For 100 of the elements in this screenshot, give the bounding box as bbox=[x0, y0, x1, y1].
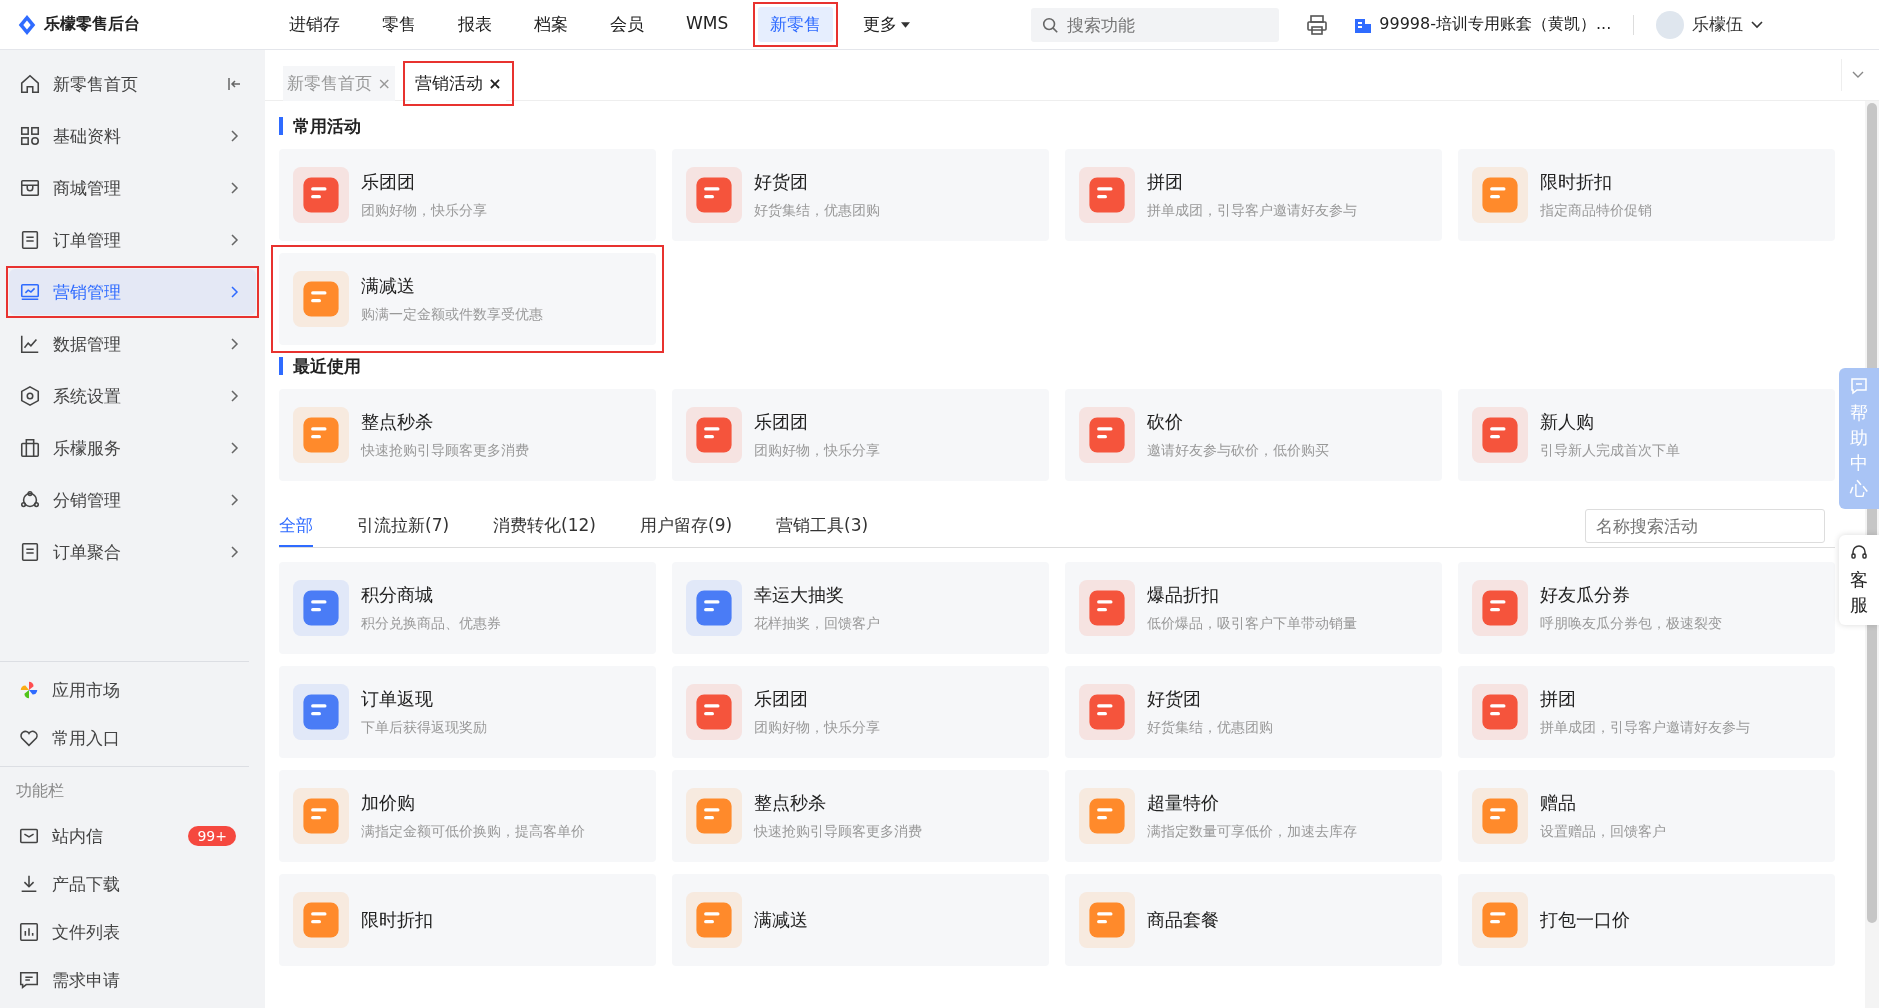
chart-icon bbox=[19, 333, 41, 355]
customer-service-button[interactable]: 客服 bbox=[1839, 535, 1879, 626]
activity-card[interactable]: 好货团 好货集结，优惠团购 bbox=[1065, 666, 1442, 758]
sidebar-item[interactable]: 数据管理 bbox=[9, 321, 256, 367]
filter-tab[interactable]: 引流拉新(7) bbox=[357, 508, 450, 547]
sidebar-item[interactable]: 文件列表 bbox=[0, 908, 250, 956]
chevron-down-icon bbox=[1851, 71, 1864, 79]
activity-title: 订单返现 bbox=[361, 687, 434, 711]
sidebar-item[interactable]: 产品下载 bbox=[0, 860, 250, 908]
activity-description: 团购好物，快乐分享 bbox=[361, 202, 487, 220]
activity-title: 赠品 bbox=[1540, 791, 1577, 815]
nav-item[interactable]: 档案 bbox=[522, 7, 580, 42]
sidebar-item[interactable]: 乐檬服务 bbox=[9, 425, 256, 471]
caret-icon bbox=[901, 21, 911, 28]
activity-card[interactable]: 整点秒杀 快速抢购引导顾客更多消费 bbox=[672, 770, 1049, 862]
activity-card[interactable]: 商品套餐 bbox=[1065, 874, 1442, 966]
activity-card[interactable]: 拼团 拼单成团，引导客户邀请好友参与 bbox=[1065, 149, 1442, 241]
sidebar-item[interactable]: 订单管理 bbox=[9, 217, 256, 263]
activity-card[interactable]: 超量特价 满指定数量可享低价，加速去库存 bbox=[1065, 770, 1442, 862]
activity-card[interactable]: 整点秒杀 快速抢购引导顾客更多消费 bbox=[279, 389, 656, 481]
activity-card[interactable]: 积分商城 积分兑换商品、优惠券 bbox=[279, 562, 656, 654]
pinwheel-icon bbox=[18, 679, 40, 701]
search-field[interactable]: 搜索功能 bbox=[1031, 7, 1280, 42]
activity-description: 团购好物，快乐分享 bbox=[754, 442, 880, 460]
sidebar-item[interactable]: 应用市场 bbox=[0, 666, 250, 714]
activity-title: 好货团 bbox=[754, 170, 809, 194]
document-icon bbox=[19, 541, 41, 563]
activity-card[interactable]: 幸运大抽奖 花样抽奖，回馈客户 bbox=[672, 562, 1049, 654]
document-icon bbox=[19, 229, 41, 251]
sidebar-item[interactable]: 系统设置 bbox=[9, 373, 256, 419]
activity-card[interactable]: 打包一口价 bbox=[1458, 874, 1835, 966]
activity-card[interactable]: 砍价 邀请好友参与砍价，低价购买 bbox=[1065, 389, 1442, 481]
activity-description: 拼单成团，引导客户邀请好友参与 bbox=[1147, 202, 1357, 220]
activity-title: 乐团团 bbox=[754, 410, 809, 434]
activity-title: 满减送 bbox=[361, 274, 416, 298]
collapse-icon[interactable] bbox=[226, 76, 242, 92]
sidebar-item[interactable]: 商城管理 bbox=[9, 165, 256, 211]
nav-item[interactable]: 更多 bbox=[851, 7, 923, 42]
activity-title: 乐团团 bbox=[754, 687, 809, 711]
activity-title: 限时折扣 bbox=[1540, 170, 1613, 194]
nav-item[interactable]: 进销存 bbox=[277, 7, 352, 42]
nav-item[interactable]: 报表 bbox=[446, 7, 504, 42]
activity-card[interactable]: 新人购 引导新人完成首次下单 bbox=[1458, 389, 1835, 481]
filter-tab[interactable]: 营销工具(3) bbox=[776, 508, 869, 547]
filter-tab[interactable]: 全部 bbox=[279, 508, 313, 547]
activity-card[interactable]: 乐团团 团购好物，快乐分享 bbox=[279, 149, 656, 241]
activity-card[interactable]: 赠品 设置赠品，回馈客户 bbox=[1458, 770, 1835, 862]
activity-card[interactable]: 订单返现 下单后获得返现奖励 bbox=[279, 666, 656, 758]
activity-title: 砍价 bbox=[1147, 410, 1184, 434]
section-title: 最近使用 bbox=[279, 357, 1835, 375]
settings-icon bbox=[19, 385, 41, 407]
activity-card[interactable]: 好友瓜分券 呼朋唤友瓜分券包，极速裂变 bbox=[1458, 562, 1835, 654]
activity-card[interactable]: 乐团团 团购好物，快乐分享 bbox=[672, 666, 1049, 758]
activity-description: 好货集结，优惠团购 bbox=[1147, 719, 1273, 737]
account-name[interactable]: 99998-培训专用账套（黄凯）... bbox=[1379, 14, 1612, 35]
activity-title: 加价购 bbox=[361, 791, 416, 815]
activity-card[interactable]: 满减送 bbox=[672, 874, 1049, 966]
sidebar-item[interactable]: 分销管理 bbox=[9, 477, 256, 523]
activity-title: 好货团 bbox=[1147, 687, 1202, 711]
activity-description: 快速抢购引导顾客更多消费 bbox=[754, 823, 922, 841]
sidebar-item[interactable]: 营销管理 bbox=[9, 269, 256, 315]
sidebar-item[interactable]: 常用入口 bbox=[0, 714, 250, 762]
activity-title: 整点秒杀 bbox=[754, 791, 827, 815]
activity-card[interactable]: 好货团 好货集结，优惠团购 bbox=[672, 149, 1049, 241]
activity-title: 幸运大抽奖 bbox=[754, 583, 845, 607]
activity-description: 满指定数量可享低价，加速去库存 bbox=[1147, 823, 1357, 841]
nav-item[interactable]: 会员 bbox=[598, 7, 656, 42]
nav-item[interactable]: WMS bbox=[674, 7, 741, 39]
activity-description: 呼朋唤友瓜分券包，极速裂变 bbox=[1540, 615, 1722, 633]
activity-description: 设置赠品，回馈客户 bbox=[1540, 823, 1666, 841]
activity-card[interactable]: 限时折扣 bbox=[279, 874, 656, 966]
nav-item[interactable]: 新零售 bbox=[758, 7, 834, 42]
activity-card[interactable]: 满减送 购满一定金额或件数享受优惠 bbox=[279, 253, 656, 345]
sidebar-item[interactable]: 订单聚合 bbox=[9, 529, 256, 575]
printer-icon[interactable] bbox=[1305, 12, 1330, 37]
app-title: 乐檬零售后台 bbox=[44, 14, 140, 35]
sidebar-item[interactable]: 需求申请 bbox=[0, 956, 250, 1004]
sidebar-item[interactable]: 基础资料 bbox=[9, 113, 256, 159]
activity-card[interactable]: 爆品折扣 低价爆品，吸引客户下单带动销量 bbox=[1065, 562, 1442, 654]
activity-description: 购满一定金额或件数享受优惠 bbox=[361, 306, 543, 324]
briefcase-icon bbox=[19, 437, 41, 459]
activity-card[interactable]: 限时折扣 指定商品特价促销 bbox=[1458, 149, 1835, 241]
section-title: 常用活动 bbox=[279, 117, 1835, 135]
activity-title: 新人购 bbox=[1540, 410, 1595, 434]
filter-tab[interactable]: 消费转化(12) bbox=[493, 508, 596, 547]
sidebar-item[interactable]: 站内信 99+ bbox=[0, 812, 250, 860]
nav-item[interactable]: 零售 bbox=[370, 7, 428, 42]
search-field[interactable]: 名称搜索活动 bbox=[1585, 509, 1825, 543]
activity-card[interactable]: 拼团 拼单成团，引导客户邀请好友参与 bbox=[1458, 666, 1835, 758]
activity-card[interactable]: 乐团团 团购好物，快乐分享 bbox=[672, 389, 1049, 481]
chevron-down-icon[interactable] bbox=[1751, 20, 1764, 29]
activity-description: 指定商品特价促销 bbox=[1540, 202, 1652, 220]
filter-tab[interactable]: 用户留存(9) bbox=[640, 508, 733, 547]
user-name[interactable]: 乐檬伍 bbox=[1692, 13, 1744, 36]
sidebar-item[interactable]: 新零售首页 bbox=[9, 61, 256, 107]
activity-description: 积分兑换商品、优惠券 bbox=[361, 615, 501, 633]
monitor-icon bbox=[19, 281, 41, 303]
message-icon bbox=[1849, 376, 1869, 396]
bar-chart-icon bbox=[18, 921, 40, 943]
activity-card[interactable]: 加价购 满指定金额可低价换购，提高客单价 bbox=[279, 770, 656, 862]
